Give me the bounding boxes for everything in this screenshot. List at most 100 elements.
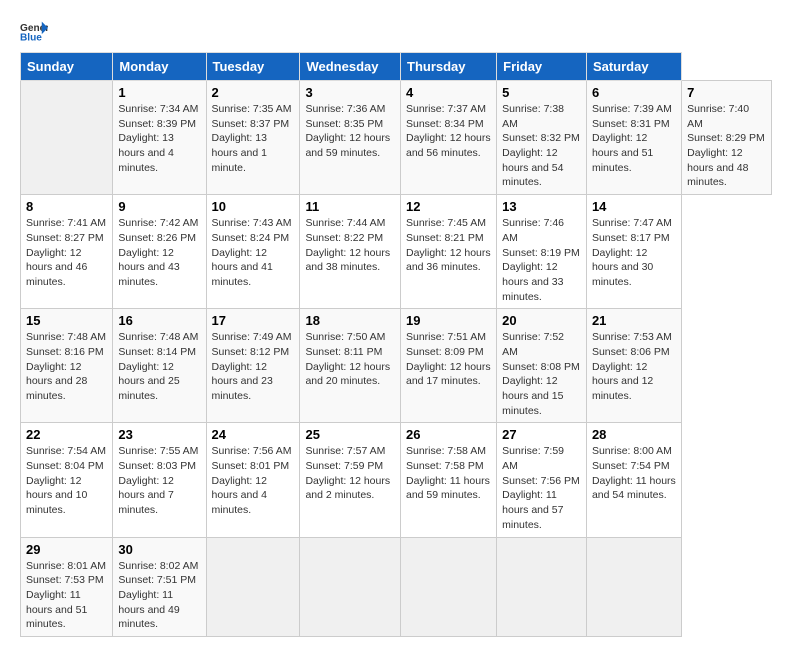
day-number: 22 <box>26 427 107 442</box>
day-number: 23 <box>118 427 200 442</box>
day-number: 14 <box>592 199 676 214</box>
day-info: Sunrise: 7:38 AMSunset: 8:32 PMDaylight:… <box>502 102 581 190</box>
day-number: 25 <box>305 427 395 442</box>
weekday-header-friday: Friday <box>497 53 587 81</box>
day-number: 3 <box>305 85 395 100</box>
day-number: 15 <box>26 313 107 328</box>
day-number: 12 <box>406 199 491 214</box>
calendar-cell: 26 Sunrise: 7:58 AMSunset: 7:58 PMDayligh… <box>401 423 497 537</box>
day-info: Sunrise: 7:34 AMSunset: 8:39 PMDaylight:… <box>118 102 200 175</box>
calendar-cell: 13 Sunrise: 7:46 AMSunset: 8:19 PMDayligh… <box>497 195 587 309</box>
day-number: 5 <box>502 85 581 100</box>
day-number: 28 <box>592 427 676 442</box>
calendar-cell: 22 Sunrise: 7:54 AMSunset: 8:04 PMDayligh… <box>21 423 113 537</box>
day-info: Sunrise: 7:52 AMSunset: 8:08 PMDaylight:… <box>502 330 581 418</box>
day-info: Sunrise: 7:58 AMSunset: 7:58 PMDaylight:… <box>406 444 491 503</box>
calendar-cell: 18 Sunrise: 7:50 AMSunset: 8:11 PMDayligh… <box>300 309 401 423</box>
day-number: 27 <box>502 427 581 442</box>
day-number: 16 <box>118 313 200 328</box>
calendar-cell: 3 Sunrise: 7:36 AMSunset: 8:35 PMDaylight… <box>300 81 401 195</box>
day-number: 2 <box>212 85 295 100</box>
calendar-cell: 11 Sunrise: 7:44 AMSunset: 8:22 PMDayligh… <box>300 195 401 309</box>
calendar-cell: 12 Sunrise: 7:45 AMSunset: 8:21 PMDayligh… <box>401 195 497 309</box>
calendar-cell: 28 Sunrise: 8:00 AMSunset: 7:54 PMDayligh… <box>586 423 681 537</box>
day-info: Sunrise: 7:51 AMSunset: 8:09 PMDaylight:… <box>406 330 491 389</box>
calendar-cell: 29 Sunrise: 8:01 AMSunset: 7:53 PMDayligh… <box>21 537 113 636</box>
day-info: Sunrise: 7:53 AMSunset: 8:06 PMDaylight:… <box>592 330 676 403</box>
calendar-cell: 5 Sunrise: 7:38 AMSunset: 8:32 PMDaylight… <box>497 81 587 195</box>
calendar-cell <box>586 537 681 636</box>
day-info: Sunrise: 7:43 AMSunset: 8:24 PMDaylight:… <box>212 216 295 289</box>
day-info: Sunrise: 7:59 AMSunset: 7:56 PMDaylight:… <box>502 444 581 532</box>
calendar-cell <box>300 537 401 636</box>
calendar-cell: 6 Sunrise: 7:39 AMSunset: 8:31 PMDaylight… <box>586 81 681 195</box>
day-number: 29 <box>26 542 107 557</box>
day-info: Sunrise: 8:02 AMSunset: 7:51 PMDaylight:… <box>118 559 200 632</box>
day-info: Sunrise: 7:50 AMSunset: 8:11 PMDaylight:… <box>305 330 395 389</box>
calendar-cell: 4 Sunrise: 7:37 AMSunset: 8:34 PMDaylight… <box>401 81 497 195</box>
calendar-cell: 27 Sunrise: 7:59 AMSunset: 7:56 PMDayligh… <box>497 423 587 537</box>
logo: General Blue <box>20 20 48 42</box>
day-info: Sunrise: 7:57 AMSunset: 7:59 PMDaylight:… <box>305 444 395 503</box>
calendar-table: SundayMondayTuesdayWednesdayThursdayFrid… <box>20 52 772 637</box>
day-info: Sunrise: 7:54 AMSunset: 8:04 PMDaylight:… <box>26 444 107 517</box>
day-number: 4 <box>406 85 491 100</box>
calendar-cell <box>21 81 113 195</box>
day-number: 19 <box>406 313 491 328</box>
day-info: Sunrise: 7:47 AMSunset: 8:17 PMDaylight:… <box>592 216 676 289</box>
day-info: Sunrise: 7:49 AMSunset: 8:12 PMDaylight:… <box>212 330 295 403</box>
calendar-cell: 1 Sunrise: 7:34 AMSunset: 8:39 PMDaylight… <box>113 81 206 195</box>
weekday-header-thursday: Thursday <box>401 53 497 81</box>
calendar-cell: 10 Sunrise: 7:43 AMSunset: 8:24 PMDayligh… <box>206 195 300 309</box>
weekday-header-monday: Monday <box>113 53 206 81</box>
day-number: 30 <box>118 542 200 557</box>
day-info: Sunrise: 7:37 AMSunset: 8:34 PMDaylight:… <box>406 102 491 161</box>
day-number: 21 <box>592 313 676 328</box>
day-number: 7 <box>687 85 766 100</box>
calendar-cell: 8 Sunrise: 7:41 AMSunset: 8:27 PMDaylight… <box>21 195 113 309</box>
calendar-cell: 25 Sunrise: 7:57 AMSunset: 7:59 PMDayligh… <box>300 423 401 537</box>
day-info: Sunrise: 8:00 AMSunset: 7:54 PMDaylight:… <box>592 444 676 503</box>
calendar-cell <box>206 537 300 636</box>
day-number: 18 <box>305 313 395 328</box>
day-info: Sunrise: 7:44 AMSunset: 8:22 PMDaylight:… <box>305 216 395 275</box>
day-number: 20 <box>502 313 581 328</box>
day-number: 1 <box>118 85 200 100</box>
calendar-cell: 24 Sunrise: 7:56 AMSunset: 8:01 PMDayligh… <box>206 423 300 537</box>
day-number: 11 <box>305 199 395 214</box>
calendar-cell: 21 Sunrise: 7:53 AMSunset: 8:06 PMDayligh… <box>586 309 681 423</box>
day-number: 6 <box>592 85 676 100</box>
calendar-cell <box>497 537 587 636</box>
weekday-header-saturday: Saturday <box>586 53 681 81</box>
day-info: Sunrise: 7:55 AMSunset: 8:03 PMDaylight:… <box>118 444 200 517</box>
calendar-cell: 9 Sunrise: 7:42 AMSunset: 8:26 PMDaylight… <box>113 195 206 309</box>
day-info: Sunrise: 7:42 AMSunset: 8:26 PMDaylight:… <box>118 216 200 289</box>
calendar-cell: 20 Sunrise: 7:52 AMSunset: 8:08 PMDayligh… <box>497 309 587 423</box>
day-number: 8 <box>26 199 107 214</box>
calendar-cell: 7 Sunrise: 7:40 AMSunset: 8:29 PMDaylight… <box>682 81 772 195</box>
day-info: Sunrise: 7:39 AMSunset: 8:31 PMDaylight:… <box>592 102 676 175</box>
day-info: Sunrise: 7:46 AMSunset: 8:19 PMDaylight:… <box>502 216 581 304</box>
calendar-cell: 14 Sunrise: 7:47 AMSunset: 8:17 PMDayligh… <box>586 195 681 309</box>
day-info: Sunrise: 7:45 AMSunset: 8:21 PMDaylight:… <box>406 216 491 275</box>
day-number: 9 <box>118 199 200 214</box>
page-header: General Blue <box>20 20 772 42</box>
day-info: Sunrise: 7:36 AMSunset: 8:35 PMDaylight:… <box>305 102 395 161</box>
calendar-cell: 2 Sunrise: 7:35 AMSunset: 8:37 PMDaylight… <box>206 81 300 195</box>
day-number: 13 <box>502 199 581 214</box>
svg-text:Blue: Blue <box>20 32 42 42</box>
day-info: Sunrise: 7:40 AMSunset: 8:29 PMDaylight:… <box>687 102 766 190</box>
day-number: 24 <box>212 427 295 442</box>
calendar-cell: 15Sunrise: 7:48 AMSunset: 8:16 PMDayligh… <box>21 309 113 423</box>
day-info: Sunrise: 8:01 AMSunset: 7:53 PMDaylight:… <box>26 559 107 632</box>
day-number: 10 <box>212 199 295 214</box>
logo-icon: General Blue <box>20 20 48 42</box>
day-number: 26 <box>406 427 491 442</box>
calendar-cell <box>401 537 497 636</box>
calendar-cell: 16Sunrise: 7:48 AMSunset: 8:14 PMDayligh… <box>113 309 206 423</box>
day-info: Sunrise: 7:56 AMSunset: 8:01 PMDaylight:… <box>212 444 295 517</box>
weekday-header-tuesday: Tuesday <box>206 53 300 81</box>
day-info: Sunrise: 7:41 AMSunset: 8:27 PMDaylight:… <box>26 216 107 289</box>
day-info: Sunrise: 7:35 AMSunset: 8:37 PMDaylight:… <box>212 102 295 175</box>
weekday-header-wednesday: Wednesday <box>300 53 401 81</box>
